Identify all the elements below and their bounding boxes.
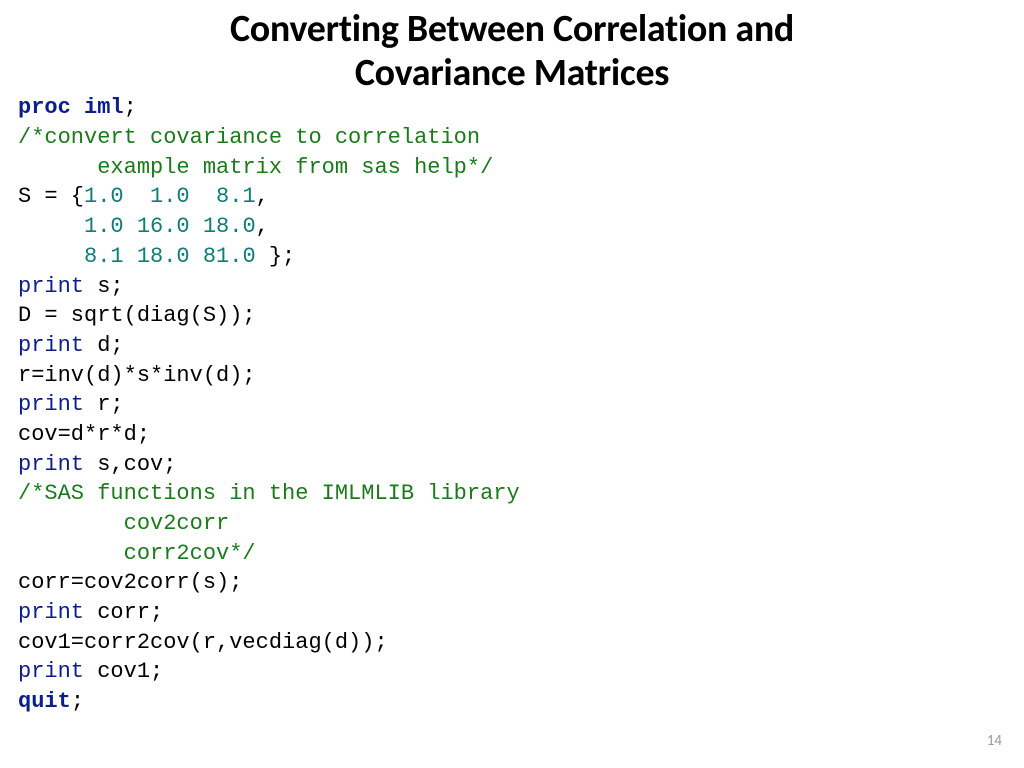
page-number: 14 [987,732,1002,750]
title-line-1: Converting Between Correlation and [230,6,794,52]
slide-title: Converting Between Correlation and Covar… [0,0,1024,95]
kw-print-2: print [18,333,84,358]
matrix-row-1: 1.0 1.0 8.1 [84,184,256,209]
kw-print-4: print [18,452,84,477]
comment-2a: /*SAS functions in the IMLMLIB library [18,481,520,506]
stmt-corr-assign: corr=cov2corr(s); [18,570,242,595]
comment-2c: corr2cov*/ [18,541,256,566]
matrix-row-3: 8.1 18.0 81.0 [84,244,269,269]
stmt-d-assign: D = sqrt(diag(S)); [18,303,256,328]
kw-print-3: print [18,392,84,417]
matrix-row-2: 1.0 16.0 18.0 [84,214,256,239]
comment-1b: example matrix from sas help*/ [18,155,493,180]
kw-print-1: print [18,274,84,299]
comment-2b: cov2corr [18,511,229,536]
stmt-cov1-assign: cov1=corr2cov(r,vecdiag(d)); [18,630,388,655]
kw-print-5: print [18,600,84,625]
title-line-2: Covariance Matrices [355,50,669,96]
stmt-cov-assign: cov=d*r*d; [18,422,150,447]
kw-iml: iml [84,95,124,120]
kw-print-6: print [18,659,84,684]
kw-proc: proc [18,95,71,120]
comment-1a: /*convert covariance to correlation [18,125,480,150]
slide: Converting Between Correlation and Covar… [0,0,1024,768]
code-block: proc iml; /*convert covariance to correl… [0,93,1024,716]
stmt-r-assign: r=inv(d)*s*inv(d); [18,363,256,388]
kw-quit: quit [18,689,71,714]
